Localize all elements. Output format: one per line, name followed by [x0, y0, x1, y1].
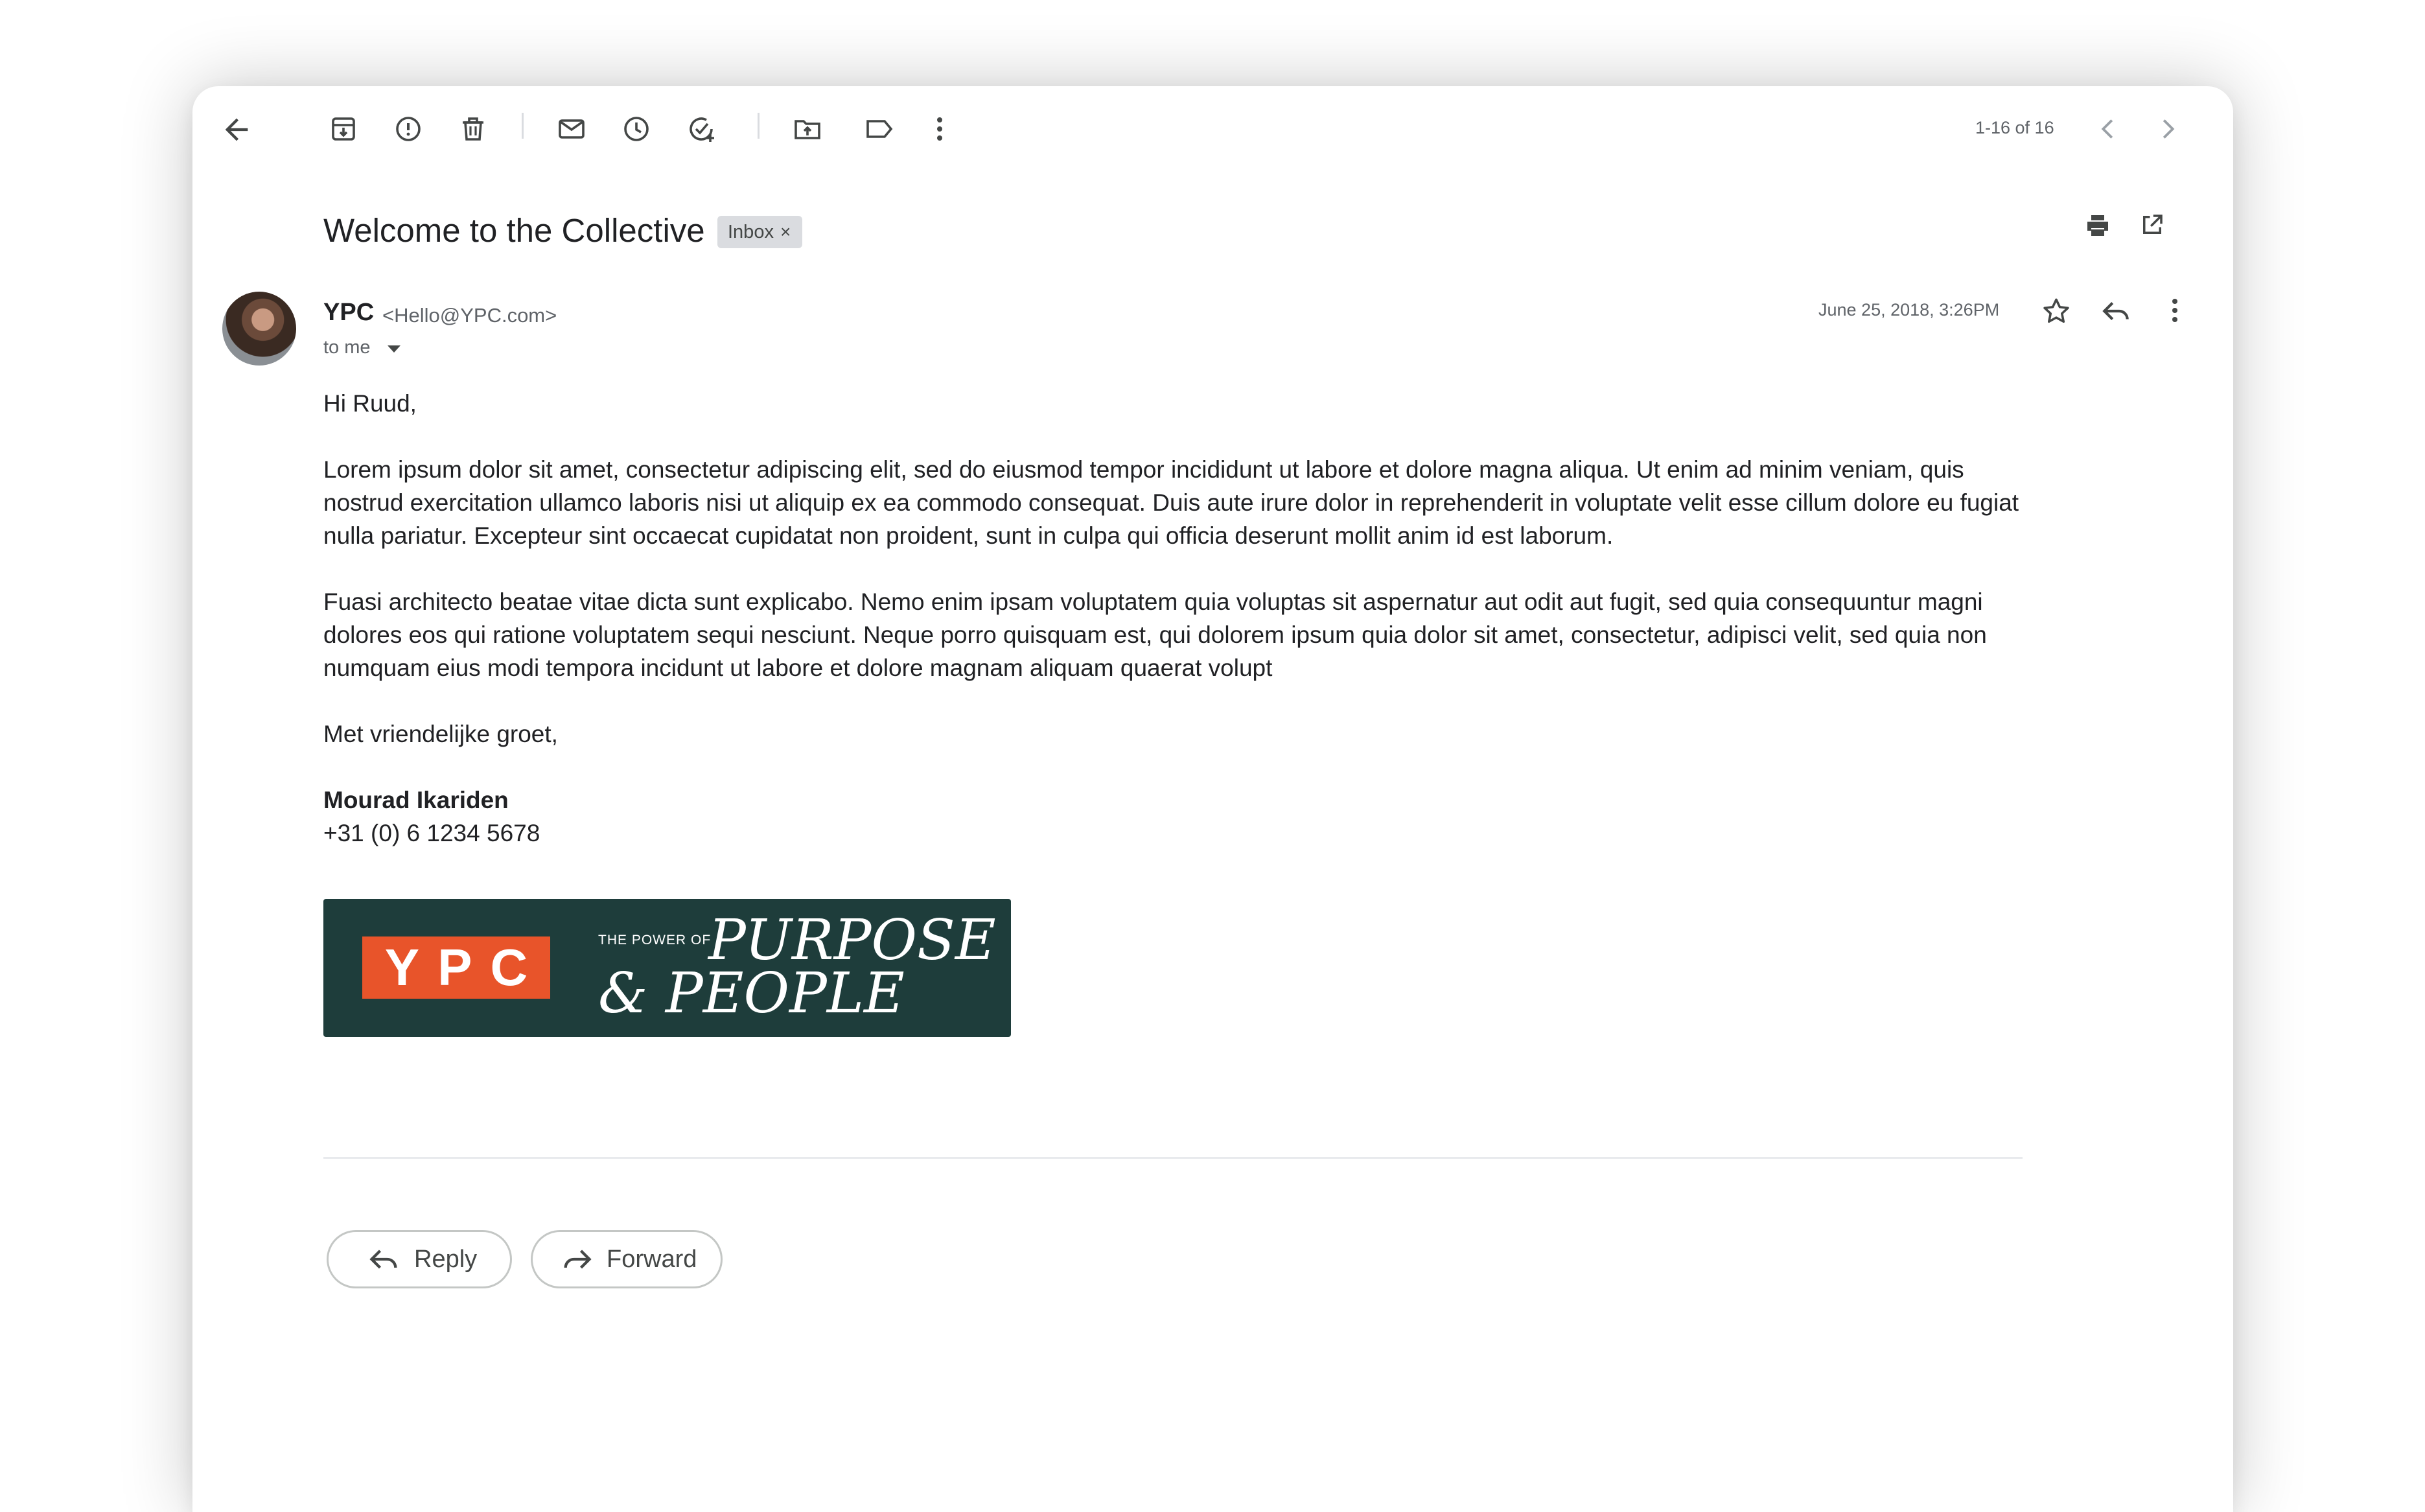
reply-button[interactable]: Reply	[327, 1230, 512, 1288]
ypc-logo: YPC	[362, 936, 550, 999]
forward-arrow-icon	[560, 1242, 594, 1276]
message-date: June 25, 2018, 3:26PM	[1818, 300, 2000, 320]
show-details-caret-icon[interactable]	[388, 345, 400, 353]
logo-text: YPC	[384, 938, 546, 996]
delete-icon[interactable]	[458, 113, 489, 145]
reply-icon[interactable]	[2100, 295, 2133, 327]
move-to-icon[interactable]	[792, 113, 823, 145]
recipient-summary: to me	[323, 337, 371, 358]
open-new-window-icon[interactable]	[2139, 211, 2166, 238]
label-icon[interactable]	[862, 113, 897, 145]
remove-label-icon[interactable]: ×	[780, 222, 791, 242]
back-arrow-icon[interactable]	[220, 113, 253, 146]
snooze-icon[interactable]	[621, 113, 652, 145]
body-paragraph: Fuasi architecto beatae vitae dicta sunt…	[323, 588, 1987, 681]
signature-banner[interactable]: YPC THE POWER OF PURPOSE & PEOPLE	[323, 899, 1011, 1037]
chevron-left-icon[interactable]	[2093, 114, 2123, 144]
body-paragraph: Lorem ipsum dolor sit amet, consectetur …	[323, 456, 2019, 549]
chevron-right-icon[interactable]	[2153, 114, 2183, 144]
star-icon[interactable]	[2040, 295, 2072, 327]
body-greeting: Hi Ruud,	[323, 390, 417, 417]
archive-icon[interactable]	[328, 113, 359, 145]
print-icon[interactable]	[2082, 210, 2113, 241]
reply-arrow-icon	[367, 1242, 401, 1276]
more-vert-icon[interactable]	[924, 113, 955, 145]
signature-phone: +31 (0) 6 1234 5678	[323, 820, 540, 846]
reply-label: Reply	[414, 1245, 478, 1273]
label-text: Inbox	[728, 222, 774, 242]
body-closing: Met vriendelijke groet,	[323, 721, 558, 747]
tagline-people: & PEOPLE	[598, 961, 905, 1026]
divider	[323, 1157, 2023, 1159]
add-task-icon[interactable]	[686, 113, 717, 145]
report-spam-icon[interactable]	[393, 113, 424, 145]
forward-button[interactable]: Forward	[531, 1230, 723, 1288]
forward-label: Forward	[607, 1245, 697, 1273]
message-more-icon[interactable]	[2159, 295, 2190, 326]
signature-name: Mourad Ikariden	[323, 787, 509, 813]
avatar[interactable]	[222, 292, 296, 366]
pager-count: 1-16 of 16	[1975, 118, 2054, 137]
email-subject: Welcome to the Collective	[323, 212, 705, 249]
tagline-small: THE POWER OF	[598, 933, 712, 948]
inbox-label-chip[interactable]: Inbox ×	[717, 216, 803, 248]
sender-email: <Hello@YPC.com>	[382, 304, 557, 327]
mark-unread-icon[interactable]	[556, 113, 587, 145]
sender-name: YPC	[323, 299, 375, 326]
toolbar-separator	[522, 113, 524, 139]
toolbar-separator	[758, 113, 760, 139]
